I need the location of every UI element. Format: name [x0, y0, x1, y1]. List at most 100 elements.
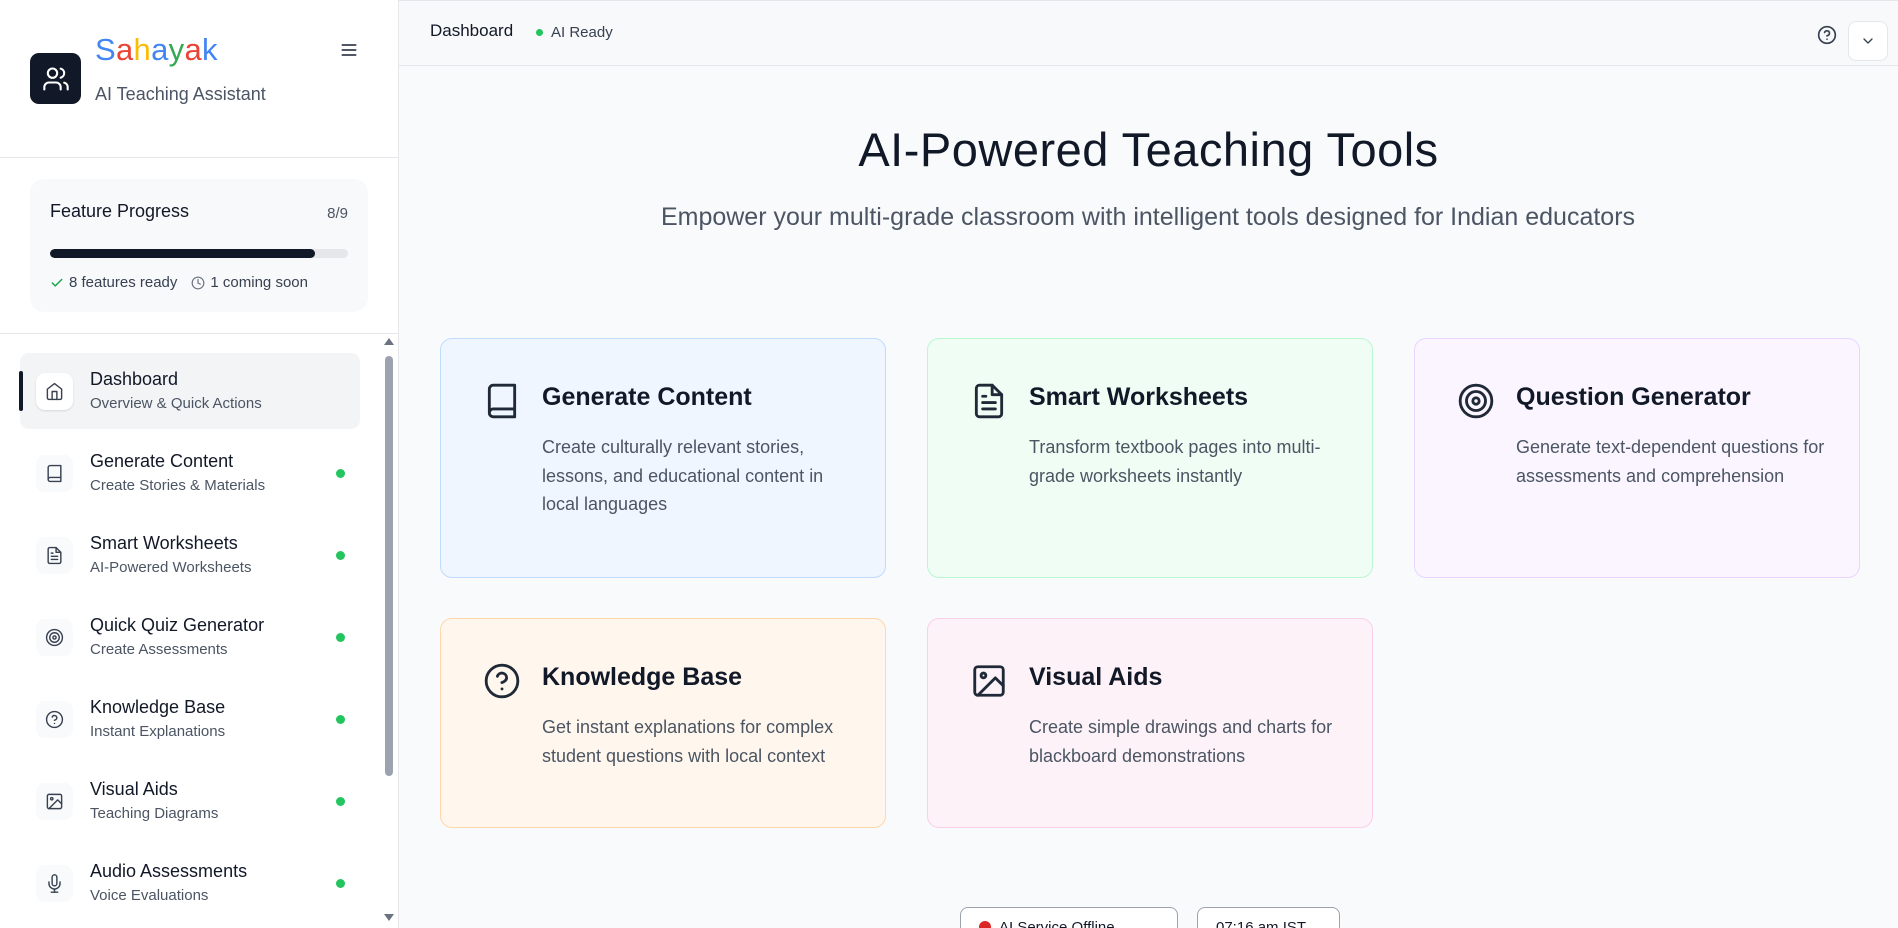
brand-letter: y [168, 32, 185, 67]
card-icon-wrap [482, 381, 522, 421]
brand-name: Sahayak [95, 32, 218, 68]
sidebar-item-subtitle: Overview & Quick Actions [90, 395, 262, 412]
hamburger-icon [341, 44, 357, 56]
sidebar-item-smart-worksheets[interactable]: Smart Worksheets AI-Powered Worksheets [20, 517, 360, 593]
sidebar-item-label: Smart Worksheets [90, 533, 238, 553]
nav-icon-wrap [36, 783, 73, 820]
sidebar-item-subtitle: Teaching Diagrams [90, 805, 219, 822]
card-description: Get instant explanations for complex stu… [542, 717, 834, 766]
sidebar-item-subtitle: Create Stories & Materials [90, 477, 266, 494]
status-dot [336, 797, 345, 806]
sidebar-item-label: Audio Assessments [90, 861, 248, 881]
card-icon-wrap [969, 661, 1009, 701]
brand-header: Sahayak AI Teaching Assistant [0, 0, 399, 158]
sidebar-item-subtitle: Voice Evaluations [90, 887, 209, 904]
feature-progress-count: 8/9 [327, 205, 348, 222]
scroll-up-arrow-icon[interactable] [384, 338, 394, 345]
target-icon [45, 628, 64, 647]
card-title: Generate Content [542, 383, 752, 411]
card-description: Create simple drawings and charts for bl… [1029, 717, 1333, 766]
account-dropdown-button[interactable] [1848, 21, 1888, 61]
sidebar-item-generate-content[interactable]: Generate Content Create Stories & Materia… [20, 435, 360, 511]
time-pill: 07:16 am IST [1197, 907, 1340, 928]
card-title: Smart Worksheets [1029, 383, 1249, 411]
status-dot [336, 715, 345, 724]
card-icon-wrap [482, 661, 522, 701]
nav-icon-wrap [36, 373, 73, 410]
sidebar-item-visual-aids[interactable]: Visual Aids Teaching Diagrams [20, 763, 360, 839]
check-icon [51, 278, 63, 287]
card-title: Question Generator [1516, 383, 1751, 411]
scroll-thumb[interactable] [385, 356, 393, 776]
menu-toggle-button[interactable] [337, 38, 361, 62]
app-root: Sahayak AI Teaching Assistant Feature Pr… [0, 0, 1898, 928]
scroll-down-arrow-icon[interactable] [384, 914, 394, 921]
brand-letter: S [95, 32, 116, 67]
chevron-down-icon [1863, 38, 1873, 44]
brand-letter: a [151, 32, 169, 67]
hero-title: AI-Powered Teaching Tools [858, 123, 1439, 176]
status-dot [336, 879, 345, 888]
help-circle-icon [45, 710, 64, 729]
nav-icon-wrap [36, 619, 73, 656]
coming-soon-label: 1 coming soon [210, 274, 308, 291]
help-circle-icon [484, 663, 520, 699]
card-description: Generate text-dependent questions for as… [1516, 437, 1825, 486]
ai-status-label: AI Ready [551, 24, 613, 41]
help-circle-icon [1817, 25, 1837, 45]
image-icon [46, 793, 63, 810]
card-description: Create culturally relevant stories, less… [542, 437, 824, 514]
card-title: Knowledge Base [542, 663, 743, 691]
sidebar-item-audio-assessments[interactable]: Audio Assessments Voice Evaluations [20, 845, 360, 921]
sidebar-item-subtitle: Create Assessments [90, 641, 228, 658]
ai-status: AI Ready [536, 24, 613, 41]
coming-soon-stat: 1 coming soon [191, 274, 308, 291]
brand-letter: h [133, 32, 152, 67]
book-icon [487, 383, 517, 419]
topbar: Dashboard AI Ready [399, 0, 1898, 66]
features-ready-label: 8 features ready [69, 274, 178, 291]
card-description: Transform textbook pages into multi-grad… [1029, 437, 1321, 486]
nav-icon-wrap [36, 537, 73, 574]
sidebar-nav: Dashboard Overview & Quick Actions Generat… [0, 345, 380, 928]
book-icon [47, 464, 62, 483]
feature-progress-title: Feature Progress [50, 201, 190, 221]
sidebar-divider [0, 333, 399, 334]
feature-card-smart-worksheets[interactable]: Smart Worksheets Transform textbook pages… [927, 338, 1373, 578]
sidebar-item-subtitle: Instant Explanations [90, 723, 226, 740]
sidebar-item-label: Generate Content [90, 451, 234, 471]
card-icon-wrap [1456, 381, 1496, 421]
feature-card-visual-aids[interactable]: Visual Aids Create simple drawings and ch… [927, 618, 1373, 828]
feature-card-generate-content[interactable]: Generate Content Create culturally releva… [440, 338, 886, 578]
feature-card-knowledge-base[interactable]: Knowledge Base Get instant explanations f… [440, 618, 886, 828]
feature-progress-stats: 8 features ready 1 coming soon [50, 274, 308, 291]
feature-progress-card: Feature Progress 8/9 8 features ready 1 … [30, 179, 368, 312]
brand-subtitle: AI Teaching Assistant [95, 84, 266, 104]
time-label: 07:16 am IST [1216, 918, 1307, 928]
feature-card-question-generator[interactable]: Question Generator Generate text-dependen… [1414, 338, 1860, 578]
status-dot [336, 469, 345, 478]
sidebar-item-label: Visual Aids [90, 779, 178, 799]
sidebar-item-label: Knowledge Base [90, 697, 226, 717]
status-dot [336, 551, 345, 560]
sidebar-item-quick-quiz-generator[interactable]: Quick Quiz Generator Create Assessments [20, 599, 360, 675]
nav-icon-wrap [36, 701, 73, 738]
features-ready-stat: 8 features ready [50, 274, 177, 291]
card-icon-wrap [969, 381, 1009, 421]
sidebar-item-knowledge-base[interactable]: Knowledge Base Instant Explanations [20, 681, 360, 757]
clock-icon [191, 276, 205, 289]
card-title: Visual Aids [1029, 663, 1163, 691]
feature-progress-bar [50, 249, 348, 258]
help-button[interactable] [1817, 25, 1837, 45]
ai-service-status-label: AI Service Offline [999, 918, 1115, 928]
sidebar-item-dashboard[interactable]: Dashboard Overview & Quick Actions [19, 353, 360, 429]
offline-dot [979, 921, 991, 928]
sidebar-scrollbar[interactable] [383, 338, 395, 928]
brand-letter: a [184, 32, 202, 67]
image-icon [973, 665, 1005, 697]
home-icon [46, 382, 63, 401]
status-dot [536, 29, 543, 36]
nav-icon-wrap [36, 455, 73, 492]
status-dot [336, 633, 345, 642]
nav-icon-wrap [36, 865, 73, 902]
